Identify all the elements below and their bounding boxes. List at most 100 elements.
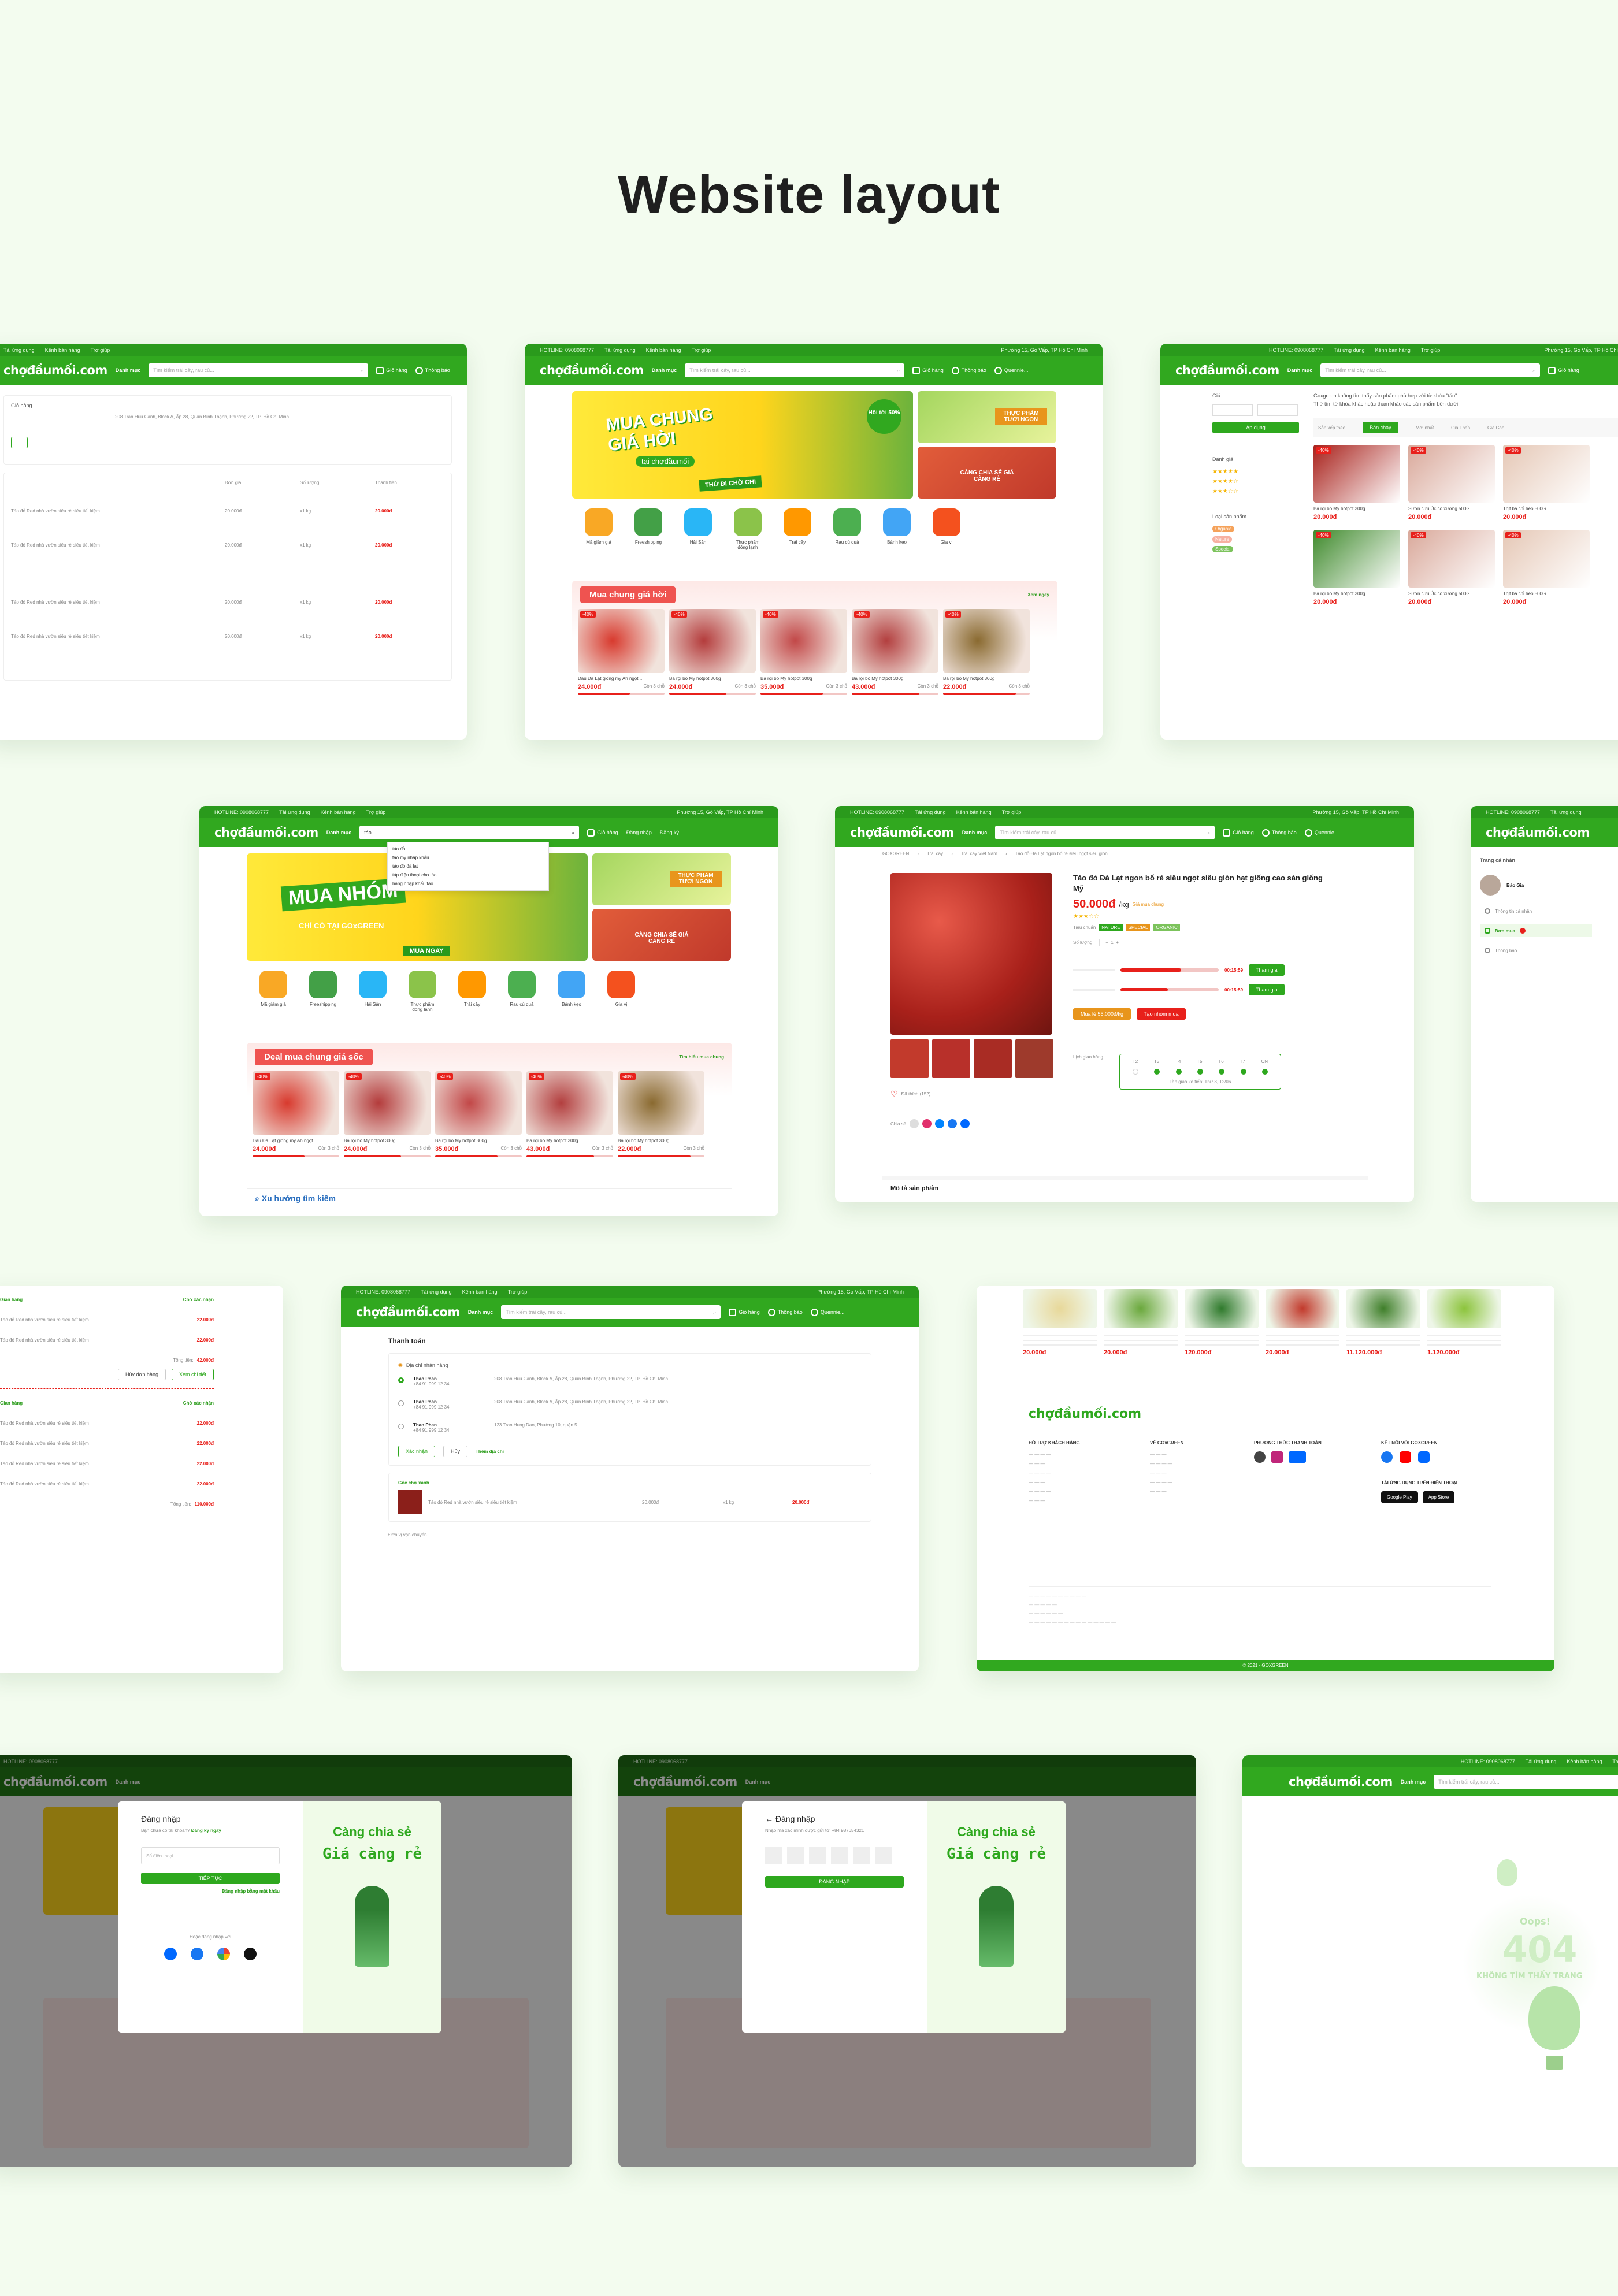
link-seller[interactable]: Kênh bán hàng [1375,347,1411,353]
like-row[interactable]: ♡ Đã thích (152) [890,1089,930,1099]
avatar[interactable] [1480,875,1501,896]
category-item[interactable]: Freeshipping [632,508,665,550]
radio[interactable] [398,1400,404,1406]
category-item[interactable]: Bánh kẹo [555,971,588,1012]
register-link[interactable]: Đăng ký [660,830,679,835]
address-option[interactable]: Thao Phan +84 91 999 12 34 123 Tran Hung D… [398,1422,862,1433]
logo[interactable]: chợđầumối.com [1289,1775,1393,1789]
hero-cta[interactable]: MUA NGAY [403,946,451,956]
product-card[interactable]: 20.000đ [1104,1289,1178,1356]
type-list[interactable]: Organic Nature Special [1212,524,1305,555]
logo[interactable]: chợđầumối.com [214,826,318,839]
suggestion-item[interactable]: táo đỏ đà lạt [388,862,548,871]
menu-notify[interactable]: Thông báo [1480,948,1592,953]
radio[interactable] [398,1377,404,1383]
logo[interactable]: chợđầumối.com [540,363,644,377]
product-card[interactable]: 20.000đ [1023,1289,1097,1356]
link-help[interactable]: Trợ giúp [1002,809,1022,815]
join-group-button[interactable]: Tham gia [1249,964,1285,976]
category-button[interactable]: Danh mục [116,367,141,373]
shop-label[interactable]: Gian hàng [0,1297,23,1302]
category-button[interactable]: Danh mục [962,830,988,835]
product-card[interactable]: -40% Ba rọi bò Mỹ hotpot 300g 22.000đ Còn 3… [943,609,1030,695]
heart-icon[interactable]: ♡ [890,1089,898,1099]
add-address-link[interactable]: Thêm địa chỉ [476,1449,504,1454]
location[interactable]: Phường 15, Gò Vấp, TP Hồ Chí Minh [1312,809,1399,815]
category-item[interactable]: Mã giảm giá [582,508,615,550]
messenger-icon[interactable] [935,1119,945,1128]
facebook-icon[interactable] [1381,1451,1393,1463]
link-app[interactable]: Tải ứng dụng [1526,1759,1557,1764]
category-item[interactable]: Thực phẩm đông lạnh [406,971,439,1012]
cart-item-qty[interactable]: x1 kg [300,508,375,514]
link-help[interactable]: Trợ giúp [692,347,711,353]
link-help[interactable]: Trợ giúp [1421,347,1441,353]
category-button[interactable]: Danh mục [1287,367,1313,373]
sort-best[interactable]: Bán chạy [1363,422,1398,433]
facebook-icon[interactable] [948,1119,958,1128]
type-special[interactable]: Special [1212,546,1234,553]
link-app[interactable]: Tải ứng dụng [279,809,310,815]
link-seller[interactable]: Kênh bán hàng [646,347,681,353]
logo[interactable]: chợđầumối.com [1486,826,1590,839]
side-banner-bottom[interactable]: CÀNG CHIA SẺ GIÁ CÀNG RẺ [918,447,1056,499]
link-seller[interactable]: Kênh bán hàng [462,1289,498,1295]
link-seller[interactable]: Kênh bán hàng [956,809,992,815]
instagram-icon[interactable] [922,1119,932,1128]
result-card[interactable]: -40% Sườn cừu Úc có xương 500G 20.000đ [1408,530,1495,605]
user-menu[interactable]: Quennie... [1304,829,1338,837]
radio[interactable] [398,1424,404,1429]
youtube-icon[interactable] [1400,1451,1411,1463]
cart-button[interactable]: Giỏ hàng [1223,829,1254,837]
location[interactable]: Phường 15, Gò Vấp, TP Hồ Chí Minh [677,809,763,815]
category-button[interactable]: Danh mục [326,830,352,835]
link-app[interactable]: Tải ứng dụng [421,1289,452,1295]
link-help[interactable]: Trợ giúp [1612,1759,1618,1764]
cancel-order-button[interactable]: Hủy đơn hàng [118,1369,166,1380]
link-app[interactable]: Tải ứng dụng [1550,809,1582,815]
product-card[interactable]: -40% Ba rọi bò Mỹ hotpot 300g 24.000đ Còn 3… [669,609,756,695]
category-button[interactable]: Danh mục [1401,1779,1426,1785]
zalo-icon[interactable] [164,1948,177,1960]
price-max-input[interactable] [1257,404,1298,416]
apply-button[interactable]: Áp dụng [1212,422,1299,433]
confirm-button[interactable]: Xác nhận [398,1446,436,1457]
link-app[interactable]: Tải ứng dụng [1334,347,1365,353]
sort-high[interactable]: Giá Cao [1487,425,1504,430]
address-option[interactable]: Thao Phan +84 91 999 12 34 208 Tran Huu Ca… [398,1399,862,1410]
link-app[interactable]: Tải ứng dụng [915,809,946,815]
result-card[interactable]: -40% Thịt ba chỉ heo 500G 20.000đ [1503,530,1590,605]
qty-stepper[interactable]: − 1 + [1099,939,1125,947]
product-card[interactable]: -40% Dâu Đà Lạt giống mỹ Ah ngọt... 24.000… [253,1071,339,1157]
crumb-home[interactable]: GOXGREEN [882,851,909,856]
cart-item-qty[interactable]: x1 kg [300,634,375,639]
login-link[interactable]: Đăng nhập [626,830,652,835]
thumb[interactable] [932,1039,970,1078]
suggestion-item[interactable]: hàng nhập khẩu táo [388,879,548,888]
cart-button[interactable]: Giỏ hàng [376,366,407,374]
category-item[interactable]: Bánh kẹo [881,508,913,550]
thumb[interactable] [890,1039,929,1078]
result-card[interactable]: -40% Ba rọi bò Mỹ hotpot 300g 20.000đ [1313,445,1400,521]
password-login-link[interactable]: Đăng nhập bằng mật khẩu [141,1889,280,1894]
location[interactable]: Phường 15, Gò Vấp, TP Hồ Chí Minh [1544,347,1618,353]
google-icon[interactable] [217,1948,230,1960]
otp-login-button[interactable]: ĐĂNG NHẬP [765,1876,904,1888]
type-organic[interactable]: Organic [1212,526,1235,532]
result-card[interactable]: -40% Ba rọi bò Mỹ hotpot 300g 20.000đ [1313,530,1400,605]
link-seller[interactable]: Kênh bán hàng [1567,1759,1602,1764]
sort-new[interactable]: Mới nhất [1416,425,1434,430]
see-all-link[interactable]: Xem ngay [1027,592,1049,597]
rating-stars[interactable]: ★★★★★ ★★★★☆ ★★★☆☆ [1212,467,1305,496]
category-item[interactable]: Gia vị [605,971,637,1012]
search-input[interactable]: Tìm kiếm trái cây, rau củ...⌕ [1434,1775,1618,1789]
product-card[interactable]: -40% Ba rọi bò Mỹ hotpot 300g 22.000đ Còn 3… [618,1071,704,1157]
category-item[interactable]: Trái cây [781,508,814,550]
crumb-vn[interactable]: Trái cây Việt Nam [961,851,997,856]
view-order-button[interactable]: Xem chi tiết [171,1369,214,1380]
category-item[interactable]: Trái cây [456,971,488,1012]
continue-button[interactable]: TIẾP TỤC [141,1873,280,1884]
user-menu[interactable]: Quennie... [994,366,1028,374]
search-input[interactable]: Tìm kiếm trái cây, rau củ...⌕ [685,363,905,377]
product-card[interactable]: -40% Ba rọi bò Mỹ hotpot 300g 35.000đ Còn 3… [435,1071,522,1157]
